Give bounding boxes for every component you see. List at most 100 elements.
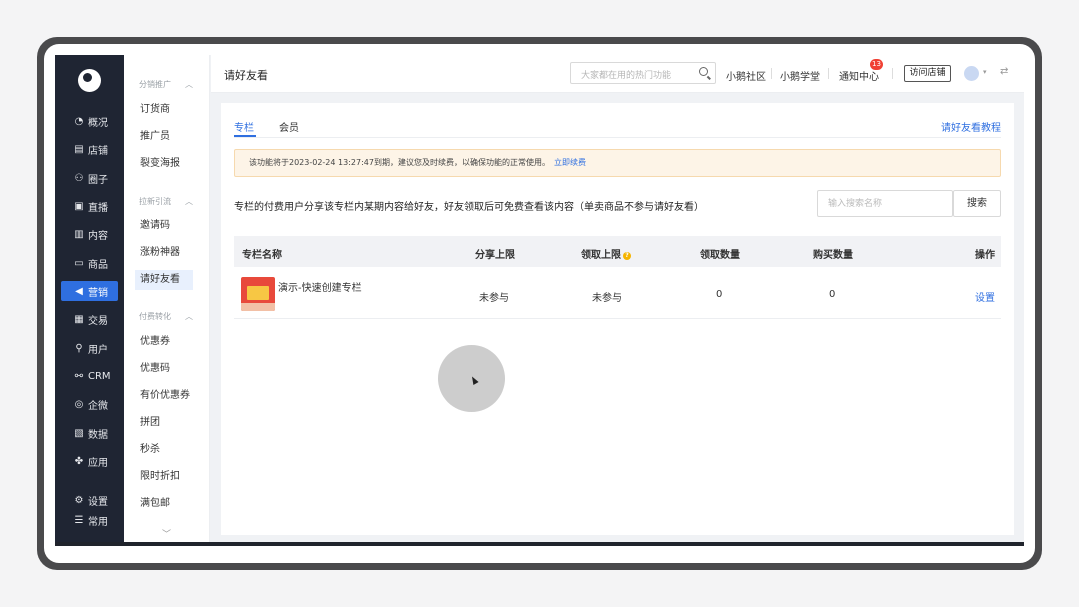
column-name[interactable]: 演示-快速创建专栏: [278, 279, 362, 294]
device-bezel: ◔ 概况 ▤ 店铺 ⚇ 圈子 ▣ 直播 ▥ 内容 ▭ 商品 ◀ 营销 ▦ 交易 ⚲ 用户 ⚯ CRM ◎ 企微 ▧ 数据 ✤ 应用…: [44, 44, 1035, 563]
notice-text: 该功能将于2023-02-24 13:27:47到期，建议您及时续费，以确保功能…: [249, 158, 550, 167]
share-limit-value: 未参与: [479, 293, 509, 304]
device-frame: ◔ 概况 ▤ 店铺 ⚇ 圈子 ▣ 直播 ▥ 内容 ▭ 商品 ◀ 营销 ▦ 交易 ⚲ 用户 ⚯ CRM ◎ 企微 ▧ 数据 ✤ 应用…: [37, 37, 1042, 570]
table-row: 演示-快速创建专栏 未参与 未参与 0 0 设置: [234, 267, 1001, 319]
nav-item-label: 企微: [88, 400, 108, 412]
user-icon: ⚲: [75, 342, 83, 354]
nav-item-chart[interactable]: ◔ 概况: [61, 111, 118, 131]
apps-icon: ✤: [74, 455, 84, 467]
nav-item-common[interactable]: ☰ 常用: [61, 510, 118, 530]
submenu-item[interactable]: 优惠码: [135, 359, 193, 379]
common-icon: ☰: [74, 514, 84, 526]
nav-item-label: 营销: [88, 287, 108, 299]
submenu-item-active[interactable]: 请好友看: [135, 270, 193, 290]
submenu-item[interactable]: 涨粉神器: [135, 243, 193, 263]
submenu-item[interactable]: 秒杀: [135, 440, 193, 460]
column-header: 领取数量: [700, 250, 740, 261]
active-tab-indicator: [234, 135, 256, 137]
submenu-item[interactable]: 拼团: [135, 413, 193, 433]
tab-divider: [234, 137, 1001, 138]
nav-item-live[interactable]: ▣ 直播: [61, 196, 118, 216]
submenu-item[interactable]: 满包邮: [135, 494, 193, 514]
top-bar: 请好友看 小鹅社区 小鹅学堂 通知中心 13 访问店铺 ▾ ⇄: [211, 55, 1024, 93]
nav-item-label: CRM: [88, 370, 111, 382]
submenu-item[interactable]: 限时折扣: [135, 467, 193, 487]
switch-icon[interactable]: ⇄: [1000, 66, 1008, 77]
submenu-item[interactable]: 优惠券: [135, 332, 193, 352]
list-search-input[interactable]: [818, 191, 948, 217]
purchased-count: 0: [829, 289, 836, 300]
search-button[interactable]: 搜索: [953, 190, 1001, 217]
nav-item-data[interactable]: ▧ 数据: [61, 423, 118, 443]
submenu-item[interactable]: 订货商: [135, 100, 193, 120]
data-icon: ▧: [74, 427, 84, 439]
claimed-count: 0: [716, 289, 723, 300]
nav-item-label: 设置: [88, 496, 108, 508]
settings-icon: ⚙: [74, 494, 84, 506]
help-icon[interactable]: ?: [623, 252, 631, 260]
content-icon: ▥: [74, 228, 84, 240]
trade-icon: ▦: [74, 313, 84, 325]
chevron-up-icon: ︿: [185, 312, 193, 321]
divider: [828, 68, 829, 79]
wecom-icon: ◎: [74, 398, 84, 410]
chevron-down-icon[interactable]: ﹀: [162, 527, 171, 540]
visit-store-button[interactable]: 访问店铺: [904, 65, 951, 82]
tab-member[interactable]: 会员: [279, 119, 299, 134]
nav-item-apps[interactable]: ✤ 应用: [61, 451, 118, 471]
claim-limit-value: 未参与: [592, 293, 622, 304]
settings-link[interactable]: 设置: [975, 289, 995, 304]
nav-item-label: 用户: [88, 344, 108, 356]
nav-item-trade[interactable]: ▦ 交易: [61, 309, 118, 329]
tab-column[interactable]: 专栏: [234, 119, 254, 134]
table-header: 专栏名称 分享上限 领取上限? 领取数量 购买数量 操作: [234, 236, 1001, 267]
notification-center-link[interactable]: 通知中心: [839, 68, 879, 83]
global-search-input[interactable]: [571, 66, 691, 86]
notification-badge: 13: [870, 59, 883, 70]
nav-item-label: 应用: [88, 457, 108, 469]
nav-item-settings[interactable]: ⚙ 设置: [61, 490, 118, 510]
submenu-item[interactable]: 推广员: [135, 127, 193, 147]
nav-item-label: 常用: [88, 516, 108, 528]
submenu-group-title[interactable]: 拉新引流 ︿: [139, 196, 193, 207]
nav-item-label: 概况: [88, 117, 108, 129]
submenu-item[interactable]: 邀请码: [135, 216, 193, 236]
submenu-group-title[interactable]: 付费转化 ︿: [139, 311, 193, 322]
nav-item-community[interactable]: ⚇ 圈子: [61, 168, 118, 188]
nav-item-store[interactable]: ▤ 店铺: [61, 139, 118, 159]
submenu: 分销推广 ︿ 订货商 推广员 裂变海报 拉新引流 ︿ 邀请码 涨粉神器 请好友看 付…: [124, 55, 210, 546]
live-icon: ▣: [74, 200, 84, 212]
column-cover-image: [241, 277, 275, 311]
chevron-up-icon: ︿: [185, 197, 193, 206]
submenu-item[interactable]: 有价优惠券: [135, 386, 193, 406]
column-header: 购买数量: [813, 250, 853, 261]
nav-item-label: 商品: [88, 259, 108, 271]
main-content: 专栏 会员 请好友看教程 该功能将于2023-02-24 13:27:47到期，…: [221, 103, 1014, 535]
nav-item-label: 内容: [88, 230, 108, 242]
nav-item-user[interactable]: ⚲ 用户: [61, 338, 118, 358]
search-icon[interactable]: [699, 67, 708, 76]
nav-item-marketing[interactable]: ◀ 营销: [61, 281, 118, 301]
submenu-item[interactable]: 裂变海报: [135, 154, 193, 174]
community-icon: ⚇: [74, 172, 84, 184]
nav-item-wecom[interactable]: ◎ 企微: [61, 394, 118, 414]
logo-icon[interactable]: [78, 69, 101, 92]
renew-link[interactable]: 立即续费: [554, 158, 586, 167]
nav-item-label: 店铺: [88, 145, 108, 157]
global-search: [570, 62, 716, 86]
academy-link[interactable]: 小鹅学堂: [780, 68, 820, 83]
nav-item-content[interactable]: ▥ 内容: [61, 224, 118, 244]
submenu-group-title[interactable]: 分销推广 ︿: [139, 79, 193, 90]
expiry-notice: 该功能将于2023-02-24 13:27:47到期，建议您及时续费，以确保功能…: [234, 149, 1001, 177]
tutorial-link[interactable]: 请好友看教程: [941, 119, 1001, 134]
app-screen: ◔ 概况 ▤ 店铺 ⚇ 圈子 ▣ 直播 ▥ 内容 ▭ 商品 ◀ 营销 ▦ 交易 ⚲ 用户 ⚯ CRM ◎ 企微 ▧ 数据 ✤ 应用…: [55, 55, 1024, 546]
community-link[interactable]: 小鹅社区: [726, 68, 766, 83]
column-header: 分享上限: [475, 250, 515, 261]
nav-item-crm[interactable]: ⚯ CRM: [61, 366, 118, 386]
column-header: 操作: [975, 250, 995, 261]
list-search: [817, 190, 953, 217]
page-title: 请好友看: [224, 69, 268, 82]
avatar[interactable]: [964, 66, 979, 81]
nav-item-goods[interactable]: ▭ 商品: [61, 253, 118, 273]
chevron-down-icon[interactable]: ▾: [983, 68, 987, 76]
